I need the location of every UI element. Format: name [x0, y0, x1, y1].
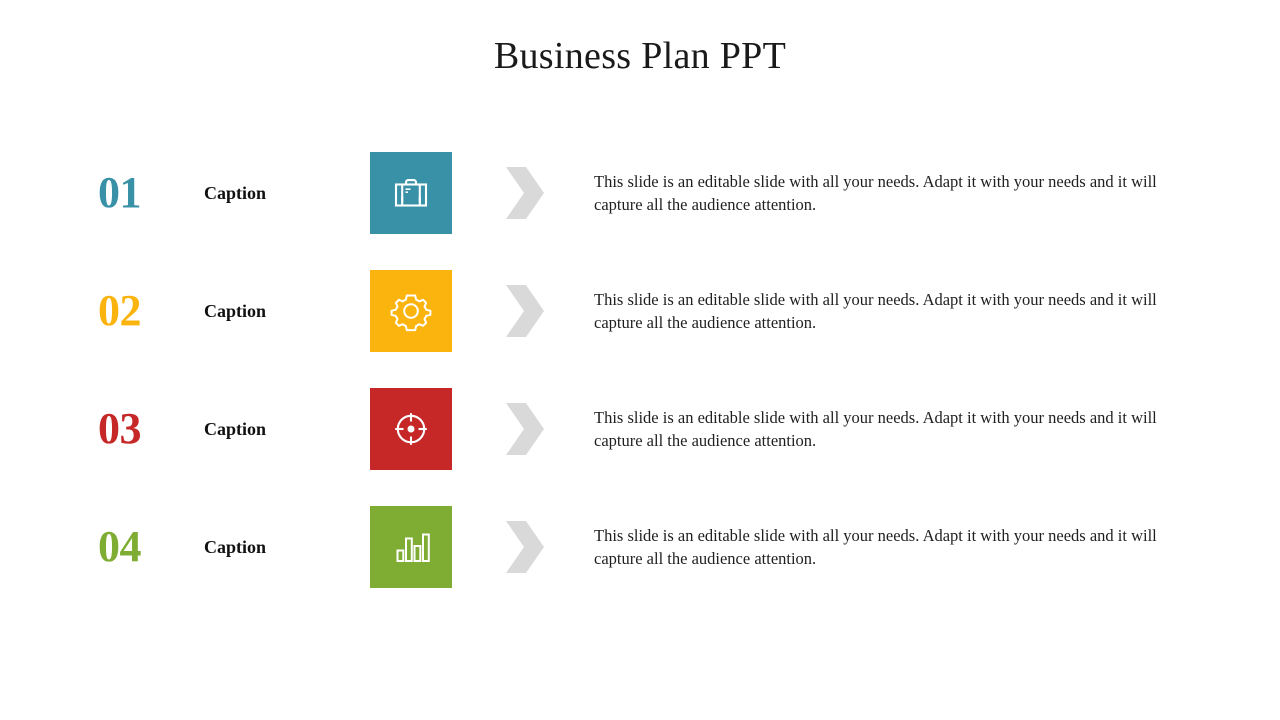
bar-chart-icon: [389, 525, 433, 569]
page-title: Business Plan PPT: [493, 35, 787, 77]
step-description: This slide is an editable slide with all…: [594, 289, 1157, 332]
chevron-right-icon: [495, 506, 555, 588]
slide-canvas: Business Plan PPT 01 Caption This slide …: [0, 0, 1280, 720]
list-item[interactable]: 02 Caption This slide is an editable sli…: [0, 270, 1280, 388]
list-item[interactable]: 01 Caption This slide is an editable sli…: [0, 152, 1280, 270]
gear-icon: [389, 289, 433, 333]
list-item[interactable]: 03 Caption This slide is an editable sli…: [0, 388, 1280, 506]
step-description: This slide is an editable slide with all…: [594, 525, 1157, 568]
icon-tile[interactable]: [370, 152, 452, 234]
chevron-right-icon: [495, 270, 555, 352]
step-description: This slide is an editable slide with all…: [594, 171, 1157, 214]
chevron-right-icon: [495, 388, 555, 470]
icon-tile[interactable]: [370, 506, 452, 588]
target-icon: [389, 407, 433, 451]
step-caption: Caption: [204, 182, 267, 203]
step-number: 01: [98, 168, 142, 217]
icon-tile[interactable]: [370, 270, 452, 352]
icon-tile[interactable]: [370, 388, 452, 470]
step-caption: Caption: [204, 536, 267, 557]
chevron-right-icon: [495, 152, 555, 234]
step-number: 03: [98, 404, 142, 453]
content-rows: 01 Caption This slide is an editable sli…: [0, 152, 1280, 624]
step-description: This slide is an editable slide with all…: [594, 407, 1157, 450]
step-number: 04: [98, 522, 142, 571]
step-caption: Caption: [204, 418, 267, 439]
step-number: 02: [98, 286, 142, 335]
step-caption: Caption: [204, 300, 267, 321]
briefcase-icon: [389, 171, 433, 215]
list-item[interactable]: 04 Caption This slide is an editable sli…: [0, 506, 1280, 624]
